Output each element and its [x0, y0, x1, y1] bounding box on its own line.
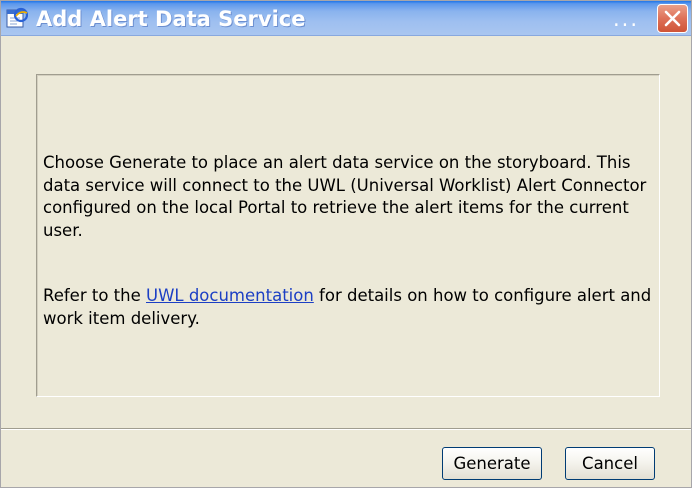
title-bar[interactable]: Add Alert Data Service ...: [1, 1, 691, 36]
window-title: Add Alert Data Service: [36, 7, 306, 31]
button-separator: [1, 428, 691, 430]
documentation-text-before: Refer to the: [43, 286, 146, 305]
generate-button[interactable]: Generate: [442, 447, 542, 480]
add-alert-data-service-dialog: Add Alert Data Service ... Choose Genera…: [0, 0, 692, 488]
uwl-documentation-link[interactable]: UWL documentation: [146, 286, 314, 305]
title-overflow-dots: ...: [613, 7, 640, 31]
close-icon: [664, 10, 681, 27]
message-panel: Choose Generate to place an alert data s…: [36, 74, 660, 397]
browser-page-icon: [6, 7, 29, 29]
description-paragraph: Choose Generate to place an alert data s…: [43, 153, 647, 240]
close-button[interactable]: [657, 4, 688, 33]
cancel-button[interactable]: Cancel: [565, 447, 655, 480]
documentation-paragraph: Refer to the UWL documentation for detai…: [43, 285, 655, 330]
